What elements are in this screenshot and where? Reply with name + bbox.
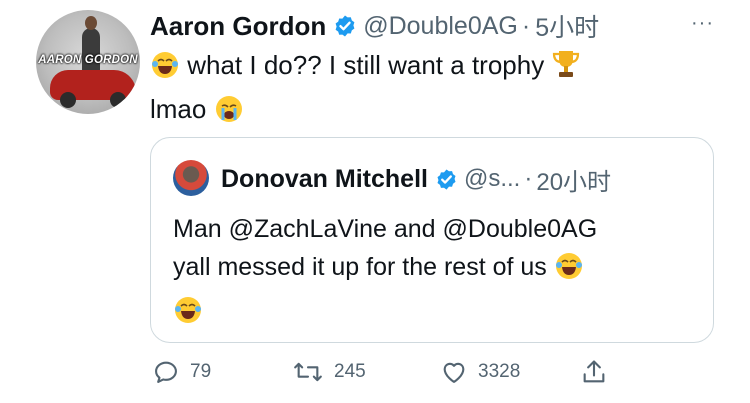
share-icon <box>583 360 605 383</box>
reply-button[interactable]: 79 <box>152 358 211 386</box>
retweet-icon <box>294 362 322 382</box>
tweet-header: Aaron Gordon @Double0AG · 5小时 <box>150 8 599 44</box>
retweet-button[interactable]: 245 <box>292 358 366 386</box>
heart-icon <box>443 362 465 383</box>
like-count: 3328 <box>478 361 521 382</box>
retweet-count: 245 <box>334 361 366 382</box>
quoted-text-line1: Man @ZachLaVine and @Double0AG <box>173 215 598 243</box>
laughing-face-emoji-icon <box>173 295 203 336</box>
verified-badge-icon <box>435 168 458 191</box>
quoted-tweet-text: Man @ZachLaVine and @Double0AG yall mess… <box>173 210 693 336</box>
quoted-author-avatar[interactable] <box>173 160 209 196</box>
author-name[interactable]: Aaron Gordon <box>150 11 326 42</box>
verified-badge-icon <box>333 14 357 38</box>
tweet-time[interactable]: 5小时 <box>535 8 599 44</box>
quoted-tweet-card[interactable]: Donovan Mitchell @s... · 20小时 Man @ZachL… <box>150 137 714 343</box>
like-button[interactable]: 3328 <box>440 358 520 386</box>
crying-face-emoji-icon <box>214 94 244 134</box>
avatar-car <box>50 70 136 108</box>
tweet-actions: 79 245 3328 <box>150 358 630 392</box>
quoted-tweet-header: Donovan Mitchell @s... · 20小时 <box>221 161 611 197</box>
separator-dot: · <box>524 165 533 192</box>
laughing-face-emoji-icon <box>554 251 584 292</box>
author-handle[interactable]: @Double0AG <box>363 12 518 41</box>
more-options-icon[interactable]: ··· <box>691 12 714 35</box>
quoted-author-name[interactable]: Donovan Mitchell <box>221 165 428 194</box>
reply-icon <box>155 361 177 383</box>
quoted-tweet-time[interactable]: 20小时 <box>536 162 611 197</box>
share-button[interactable] <box>580 358 618 386</box>
reply-count: 79 <box>190 361 212 382</box>
avatar-text: AARON GORDON <box>38 54 138 66</box>
quoted-text-line2: yall messed it up for the rest of us <box>173 253 547 281</box>
tweet-text: what I do?? I still want a trophy lmao <box>150 46 670 134</box>
tweet-text-line2: lmao <box>150 94 207 124</box>
trophy-emoji-icon <box>551 48 581 90</box>
tweet-avatar[interactable]: AARON GORDON <box>36 10 140 114</box>
tweet-text-line1: what I do?? I still want a trophy <box>187 50 545 80</box>
quoted-author-handle[interactable]: @s... <box>464 165 520 193</box>
laughing-face-emoji-icon <box>150 50 180 90</box>
separator-dot: · <box>521 11 531 40</box>
